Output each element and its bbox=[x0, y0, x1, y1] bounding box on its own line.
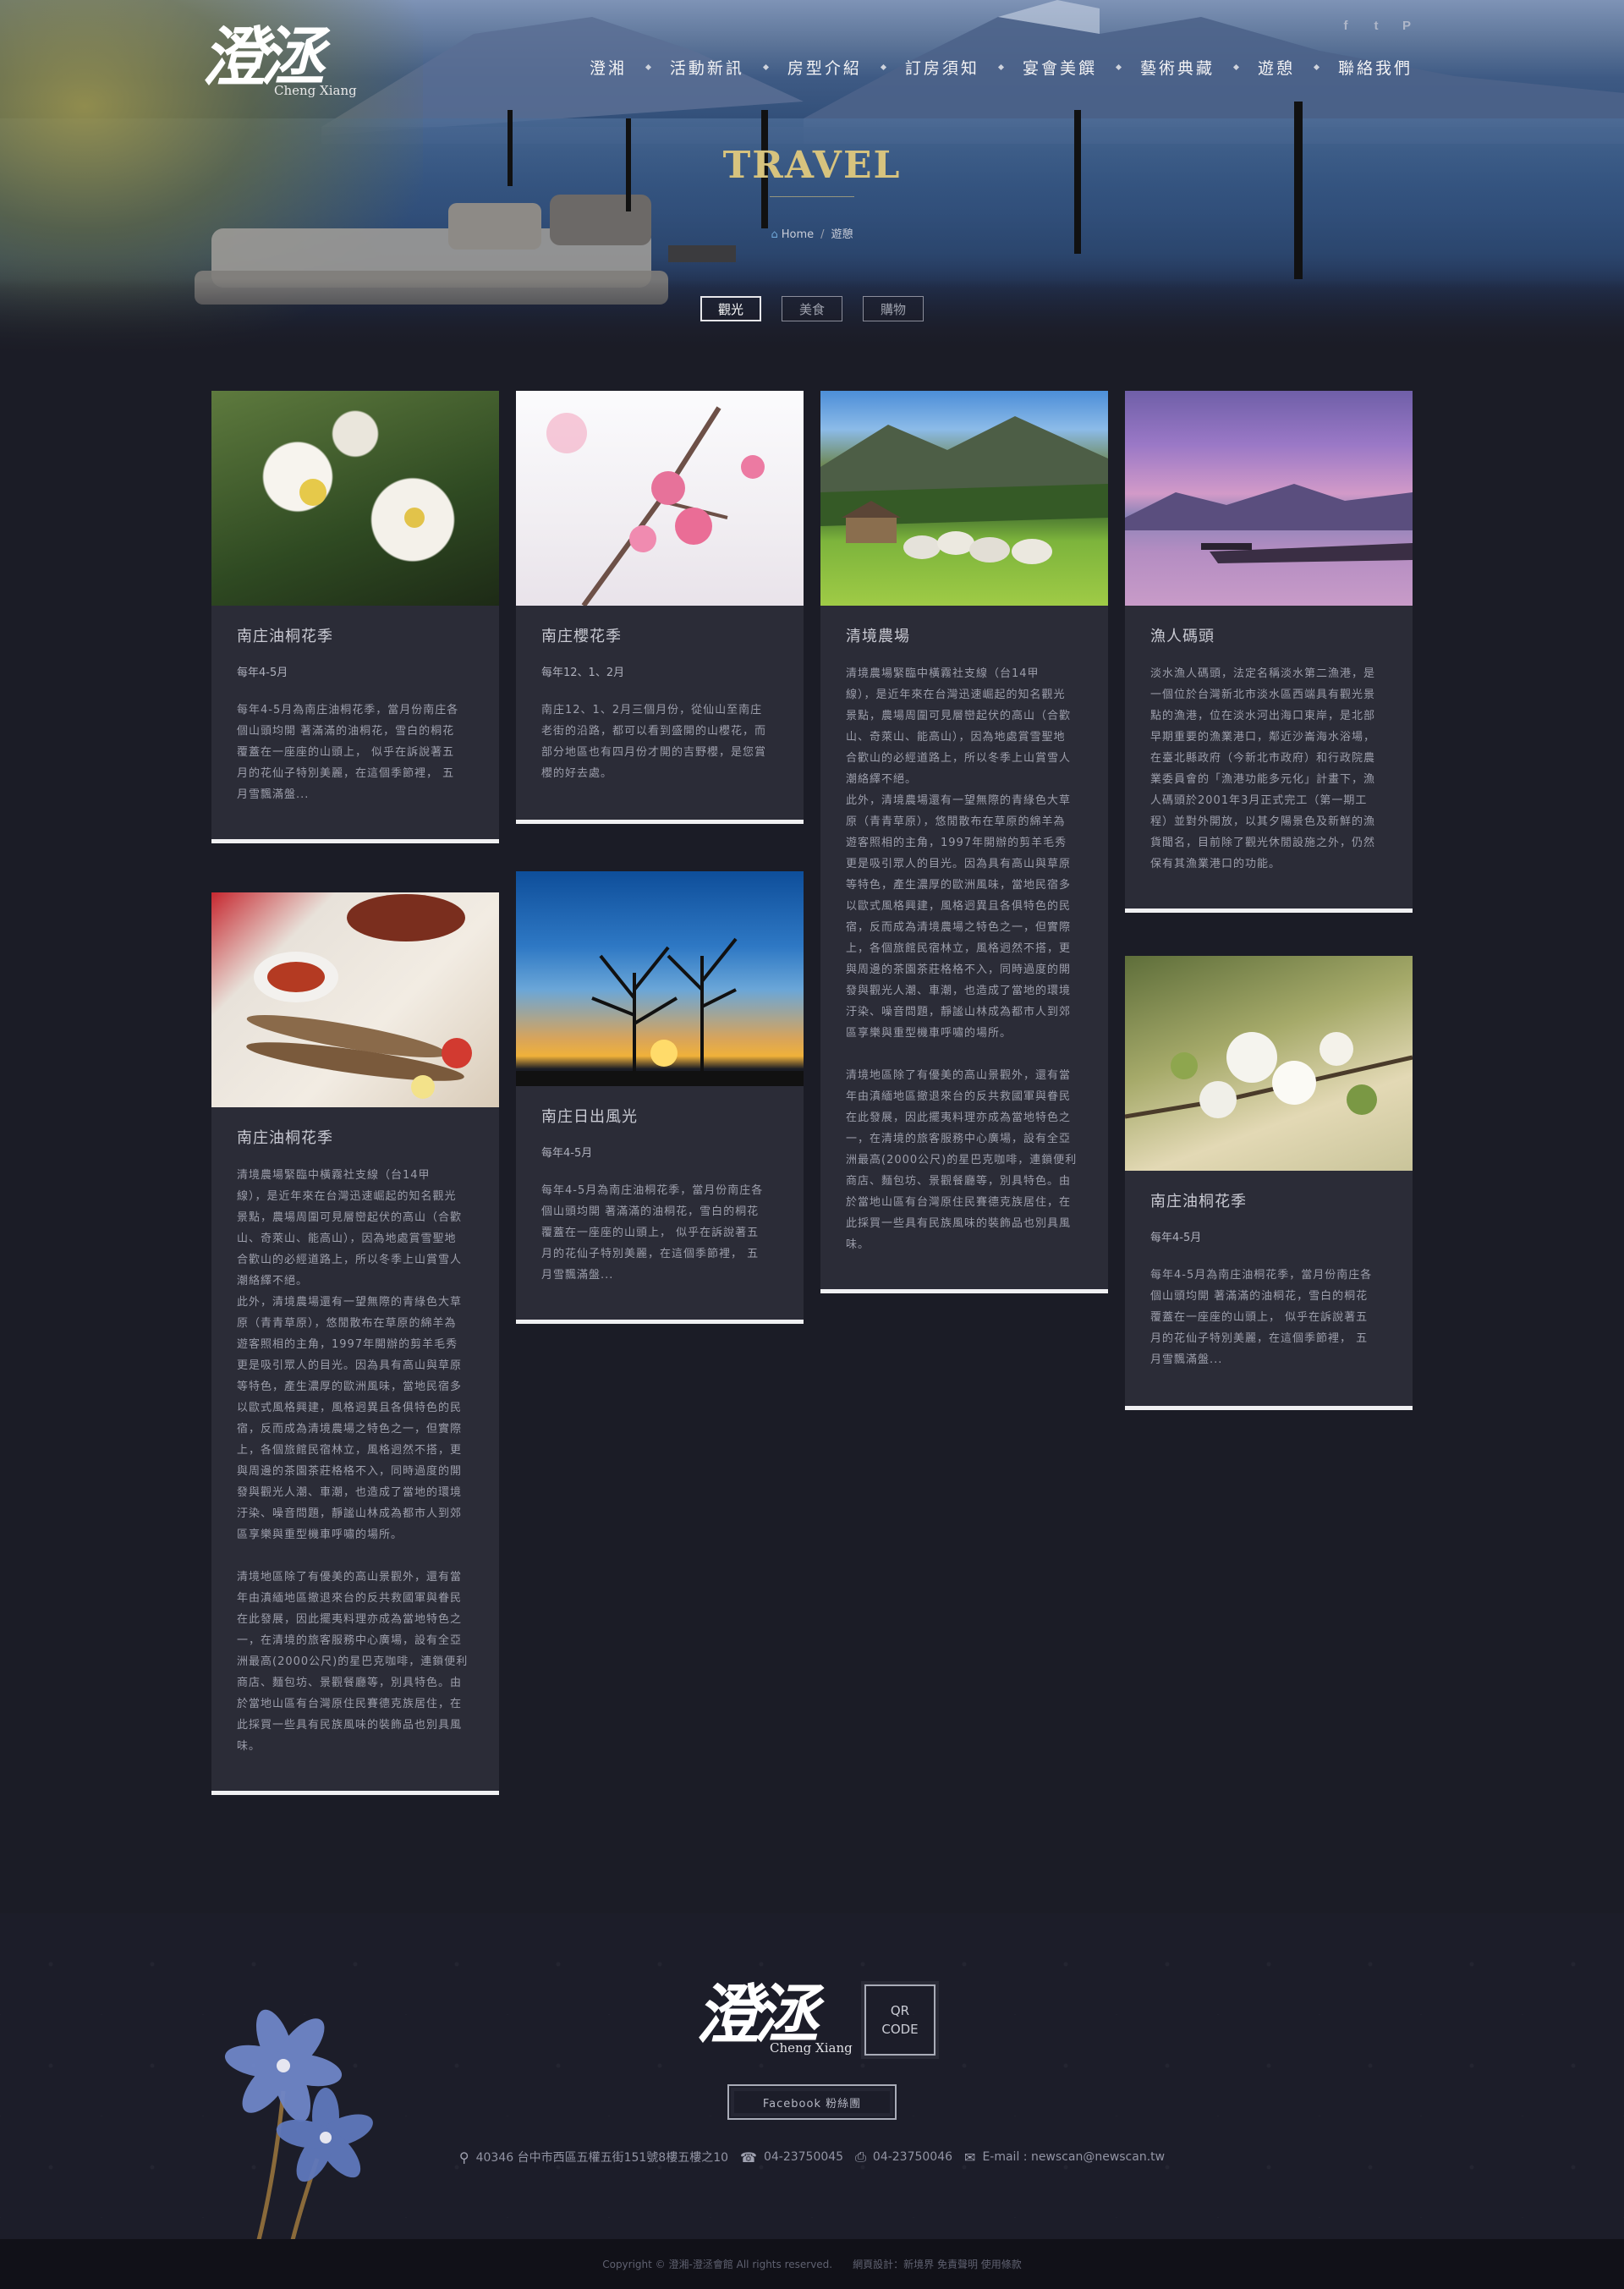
page-title: TRAVEL bbox=[722, 144, 902, 187]
nav-separator bbox=[762, 63, 769, 71]
nav-separator bbox=[1313, 63, 1320, 71]
card-image-cherry-blossom bbox=[516, 391, 804, 606]
card-title: 清境農場 bbox=[846, 628, 910, 645]
breadcrumb-current: 遊憩 bbox=[831, 228, 853, 241]
nav-item-contact[interactable]: 聯絡我們 bbox=[1338, 56, 1413, 79]
card-description: 清境農場緊臨中橫霧社支線（台14甲 線），是近年來在台灣迅速崛起的知名觀光 景點… bbox=[846, 667, 1078, 1251]
logo-mark: 澄洆 bbox=[201, 19, 325, 95]
travel-card[interactable]: 南庄油桐花季 清境農場緊臨中橫霧社支線（台14甲 線），是近年來在台灣迅速崛起的… bbox=[211, 892, 499, 1795]
filter-shopping[interactable]: 購物 bbox=[863, 296, 924, 321]
nav-separator bbox=[880, 63, 886, 71]
nav-separator bbox=[997, 63, 1004, 71]
email-text[interactable]: E-mail : newscan@newscan.tw bbox=[982, 2150, 1165, 2164]
card-image-sheep-farm bbox=[820, 391, 1108, 606]
nav-separator bbox=[645, 63, 651, 71]
nav-item-chengxiang[interactable]: 澄湘 bbox=[590, 56, 627, 79]
fax-icon: ⎙ bbox=[855, 2149, 866, 2165]
nav-item-banquet[interactable]: 宴會美饌 bbox=[1023, 56, 1097, 79]
twitter-icon[interactable]: t bbox=[1369, 19, 1384, 34]
site-logo[interactable]: 澄洆 Cheng Xiang bbox=[201, 24, 362, 100]
title-underline bbox=[770, 196, 854, 197]
copyright-bar: Copyright © 澄湘-澄洆會館 All rights reserved.… bbox=[0, 2239, 1624, 2289]
nav-item-art[interactable]: 藝術典藏 bbox=[1140, 56, 1215, 79]
facebook-icon[interactable]: f bbox=[1338, 19, 1353, 34]
card-image-white-blossom bbox=[211, 391, 499, 606]
card-title: 南庄油桐花季 bbox=[237, 1129, 333, 1147]
card-description: 每年4-5月為南庄油桐花季，當月份南庄各 個山頭均開 著滿滿的油桐花，雪白的桐花… bbox=[541, 1184, 764, 1282]
nav-separator bbox=[1232, 63, 1240, 71]
hero-posts bbox=[508, 102, 1303, 279]
footer-flower-illustration bbox=[224, 2009, 373, 2239]
breadcrumb: ⌂ Home / 遊憩 bbox=[0, 225, 1624, 241]
card-title: 南庄油桐花季 bbox=[237, 628, 333, 645]
card-image-sunrise-trees bbox=[516, 871, 804, 1086]
tel-text[interactable]: 04-23750045 bbox=[764, 2150, 843, 2164]
contact-info: ⚲ 40346 台中市西區五權五街151號8樓五樓之10 ☎ 04-237500… bbox=[0, 2149, 1624, 2165]
travel-card[interactable]: 南庄日出風光 每年4-5月 每年4-5月為南庄油桐花季，當月份南庄各 個山頭均開… bbox=[516, 871, 804, 1324]
card-season: 每年12、1、2月 bbox=[541, 667, 625, 679]
card-title: 南庄櫻花季 bbox=[541, 628, 622, 645]
home-icon: ⌂ bbox=[771, 228, 778, 241]
card-description: 清境農場緊臨中橫霧社支線（台14甲 線），是近年來在台灣迅速崛起的知名觀光 景點… bbox=[237, 1169, 469, 1753]
breadcrumb-home[interactable]: Home bbox=[782, 228, 814, 241]
copyright-text: Copyright © 澄湘-澄洆會館 All rights reserved. bbox=[602, 2259, 833, 2270]
card-description: 每年4-5月為南庄油桐花季，當月份南庄各 個山頭均開 著滿滿的油桐花，雪白的桐花… bbox=[237, 704, 459, 801]
card-description: 南庄12、1、2月三個月份，從仙山至南庄 老街的沿路，都可以看到盛開的山櫻花，而… bbox=[541, 704, 767, 780]
card-image-grilled-fish bbox=[211, 892, 499, 1107]
card-season: 每年4-5月 bbox=[541, 1147, 593, 1160]
plurk-icon[interactable]: P bbox=[1399, 19, 1414, 34]
travel-card[interactable]: 南庄油桐花季 每年4-5月 每年4-5月為南庄油桐花季，當月份南庄各 個山頭均開… bbox=[211, 391, 499, 843]
filter-sightseeing[interactable]: 觀光 bbox=[700, 296, 761, 321]
fax-text: 04-23750046 bbox=[872, 2150, 953, 2164]
footer-logo[interactable]: 澄洆 Cheng Xiang bbox=[695, 1981, 864, 2057]
card-description: 淡水漁人碼頭，法定名稱淡水第二漁港，是 一個位於台灣新北市淡水區西端具有觀光景 … bbox=[1150, 667, 1376, 870]
qr-label-line1: QR bbox=[890, 2003, 910, 2018]
card-season: 每年4-5月 bbox=[1150, 1232, 1202, 1244]
main-nav: 澄湘 活動新訊 房型介紹 訂房須知 宴會美饌 藝術典藏 遊憩 聯絡我們 bbox=[590, 56, 1413, 79]
card-description: 每年4-5月為南庄油桐花季，當月份南庄各 個山頭均開 著滿滿的油桐花，雪白的桐花… bbox=[1150, 1269, 1373, 1366]
logo-subtitle: Cheng Xiang bbox=[274, 83, 357, 98]
site-footer: 澄洆 Cheng Xiang QR CODE Facebook 粉絲團 ⚲ 40… bbox=[0, 1913, 1624, 2239]
location-pin-icon: ⚲ bbox=[458, 2149, 469, 2165]
nav-item-news[interactable]: 活動新訊 bbox=[670, 56, 744, 79]
social-links: f t P bbox=[1338, 19, 1414, 34]
filter-food[interactable]: 美食 bbox=[782, 296, 842, 321]
footer-logo-mark: 澄洆 bbox=[695, 1977, 819, 2052]
card-season: 每年4-5月 bbox=[237, 667, 288, 679]
footer-logo-subtitle: Cheng Xiang bbox=[770, 2040, 853, 2056]
travel-card[interactable]: 南庄櫻花季 每年12、1、2月 南庄12、1、2月三個月份，從仙山至南庄 老街的… bbox=[516, 391, 804, 824]
nav-item-travel[interactable]: 遊憩 bbox=[1258, 56, 1295, 79]
email-icon: ✉ bbox=[964, 2149, 976, 2165]
category-filters: 觀光 美食 購物 bbox=[0, 296, 1624, 321]
travel-card[interactable]: 漁人碼頭 淡水漁人碼頭，法定名稱淡水第二漁港，是 一個位於台灣新北市淡水區西端具… bbox=[1125, 391, 1413, 913]
card-image-fisherman-wharf bbox=[1125, 391, 1413, 606]
breadcrumb-separator: / bbox=[820, 228, 825, 241]
nav-separator bbox=[1115, 63, 1122, 71]
qr-label-line2: CODE bbox=[881, 2022, 919, 2037]
card-title: 漁人碼頭 bbox=[1150, 628, 1215, 645]
travel-card[interactable]: 南庄油桐花季 每年4-5月 每年4-5月為南庄油桐花季，當月份南庄各 個山頭均開… bbox=[1125, 956, 1413, 1410]
nav-item-rooms[interactable]: 房型介紹 bbox=[787, 56, 862, 79]
card-title: 南庄油桐花季 bbox=[1150, 1193, 1247, 1210]
travel-card[interactable]: 清境農場 清境農場緊臨中橫霧社支線（台14甲 線），是近年來在台灣迅速崛起的知名… bbox=[820, 391, 1108, 1293]
facebook-fanpage-button[interactable]: Facebook 粉絲團 bbox=[727, 2084, 897, 2120]
footer-credits-links[interactable]: 網頁設計：新境界 免責聲明 使用條款 bbox=[853, 2257, 1022, 2271]
nav-item-booking[interactable]: 訂房須知 bbox=[905, 56, 979, 79]
address-text: 40346 台中市西區五權五街151號8樓五樓之10 bbox=[475, 2151, 729, 2165]
phone-icon: ☎ bbox=[740, 2149, 757, 2165]
qr-code-box[interactable]: QR CODE bbox=[861, 1981, 939, 2059]
card-image-apple-blossom bbox=[1125, 956, 1413, 1171]
card-title: 南庄日出風光 bbox=[541, 1108, 638, 1126]
